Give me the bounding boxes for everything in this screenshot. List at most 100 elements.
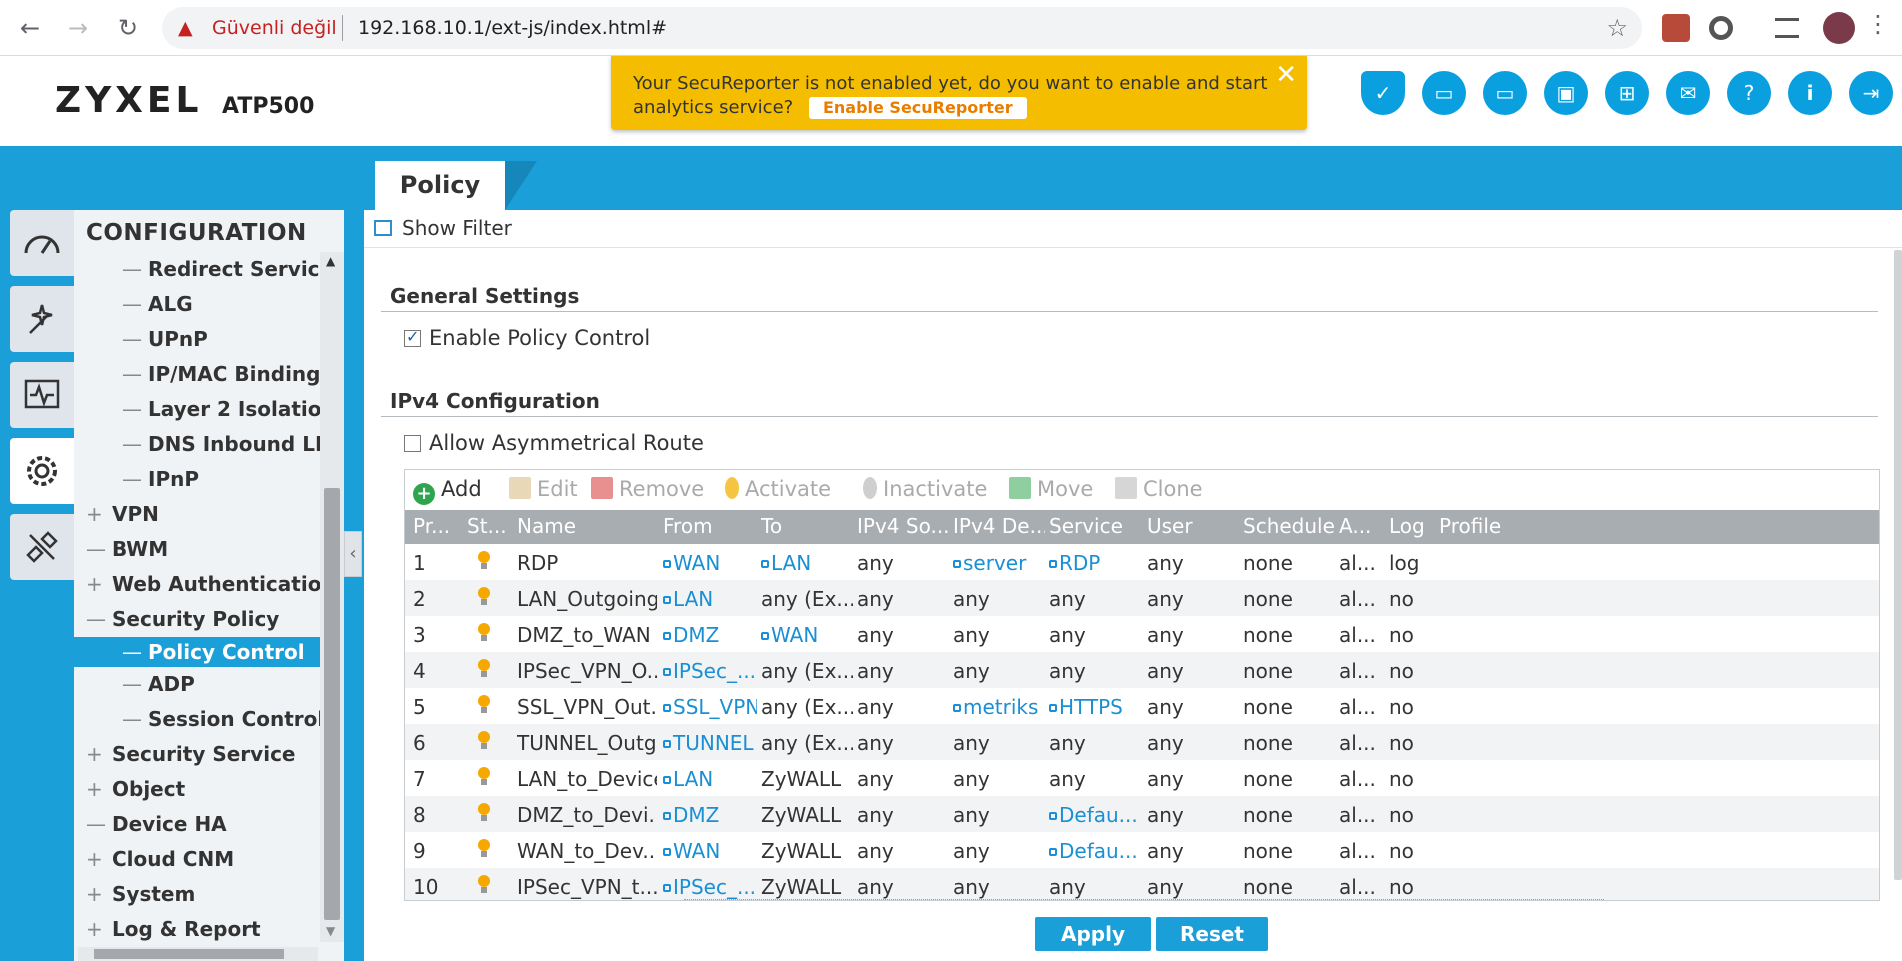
nav-item[interactable]: — DNS Inbound LB (74, 427, 330, 462)
browser-menu-icon[interactable]: ⋮ (1866, 10, 1890, 38)
help-icon[interactable]: ? (1727, 71, 1771, 115)
expand-icon[interactable]: + (86, 772, 103, 807)
nav-item[interactable]: + Log & Report (74, 912, 320, 947)
from-link[interactable]: IPSec_... (673, 875, 757, 899)
remove-button[interactable]: Remove (591, 477, 704, 501)
table-row[interactable]: 6TUNNEL_Outg...TUNNELany (Ex...anyanyany… (405, 724, 1879, 760)
service-cell[interactable]: Defau... (1049, 803, 1143, 827)
scroll-down-icon[interactable]: ▼ (326, 924, 335, 938)
service-cell[interactable]: Defau... (1049, 839, 1143, 863)
show-filter-link[interactable]: Show Filter (402, 216, 512, 240)
nav-item[interactable]: — Session Control (74, 702, 324, 737)
table-row[interactable]: 4 IPSec_VPN_O... IPSec_... any (Ex... any any… (405, 652, 1879, 688)
network-map-icon[interactable]: ⊞ (1605, 71, 1649, 115)
enable-policy-control-row[interactable]: Enable Policy Control (404, 326, 650, 350)
close-icon[interactable]: ✕ (1275, 60, 1297, 90)
from-cell[interactable]: IPSec_... (663, 875, 757, 899)
nav-item[interactable]: — Security Policy (74, 602, 320, 637)
nav-item[interactable]: — IP/MAC Binding (74, 357, 321, 392)
bookmark-star-icon[interactable]: ☆ (1606, 14, 1628, 42)
content-scrollbar[interactable] (1894, 250, 1902, 880)
service-link[interactable]: HTTPS (1059, 695, 1123, 719)
column-header[interactable]: St... (467, 514, 513, 538)
to-cell[interactable]: LAN (761, 551, 853, 575)
from-link[interactable]: LAN (673, 587, 714, 611)
monitor-rail-button[interactable] (10, 362, 74, 428)
expand-icon[interactable]: + (86, 877, 103, 912)
dst-cell[interactable]: server (953, 551, 1045, 575)
from-cell[interactable]: DMZ (663, 623, 757, 647)
forward-arrow-icon[interactable]: → (62, 12, 94, 44)
expand-icon[interactable]: + (86, 497, 103, 532)
table-row[interactable]: 5 SSL_VPN_Out... SSL_VPN any (Ex... any metri… (405, 688, 1879, 724)
from-cell[interactable]: WAN (663, 551, 757, 575)
column-header[interactable]: Pr... (413, 514, 463, 538)
from-cell[interactable]: SSL_VPN (663, 695, 757, 719)
nav-item[interactable]: + VPN (74, 497, 320, 532)
from-link[interactable]: WAN (673, 551, 721, 575)
edit-button[interactable]: Edit (509, 477, 578, 501)
service-link[interactable]: RDP (1059, 551, 1101, 575)
service-cell[interactable]: HTTPS (1049, 695, 1143, 719)
logout-icon[interactable]: ⇥ (1849, 71, 1893, 115)
asymmetrical-route-row[interactable]: Allow Asymmetrical Route (404, 431, 704, 455)
filter-bar[interactable]: Show Filter (364, 210, 1902, 248)
service-link[interactable]: Defau... (1059, 803, 1138, 827)
extension-circle-icon[interactable] (1709, 16, 1733, 40)
column-header[interactable]: To (761, 514, 853, 538)
column-header[interactable]: Name (517, 514, 657, 538)
media-list-icon[interactable] (1775, 18, 1799, 38)
nav-hscroll-thumb[interactable] (94, 949, 284, 959)
from-link[interactable]: WAN (673, 839, 721, 863)
column-header[interactable]: From (663, 514, 757, 538)
window-icon[interactable]: ▣ (1544, 71, 1588, 115)
nav-item[interactable]: — UPnP (74, 322, 320, 357)
table-row[interactable]: 1 RDP WAN LAN any server RDP any none al... log (405, 544, 1879, 580)
nav-horizontal-scrollbar[interactable] (78, 947, 318, 961)
pdf-extension-icon[interactable] (1662, 14, 1690, 42)
nav-item[interactable]: + Security Service (74, 737, 320, 772)
column-header[interactable]: Profile (1439, 514, 1539, 538)
table-row[interactable]: 9 WAN_to_Dev... WAN ZyWALL any any Defau... any… (405, 832, 1879, 868)
nav-item[interactable]: — Policy Control (74, 637, 320, 667)
add-button[interactable]: + Add (413, 477, 482, 505)
to-link[interactable]: WAN (771, 623, 819, 647)
dashboard-rail-button[interactable] (10, 210, 74, 276)
chat-icon[interactable]: ✉ (1666, 71, 1710, 115)
from-cell[interactable]: DMZ (663, 803, 757, 827)
from-link[interactable]: DMZ (673, 623, 720, 647)
enable-policy-control-checkbox[interactable] (404, 327, 421, 347)
table-row[interactable]: 7 LAN_to_Device LAN ZyWALL any any any any none a… (405, 760, 1879, 796)
apply-button[interactable]: Apply (1035, 917, 1151, 951)
maintenance-rail-button[interactable] (10, 514, 74, 580)
tab-policy[interactable]: Policy (375, 161, 505, 210)
expand-icon[interactable]: + (86, 842, 103, 877)
quick-setup-rail-button[interactable] (10, 286, 74, 352)
column-header[interactable]: IPv4 So... (857, 514, 949, 538)
service-link[interactable]: Defau... (1059, 839, 1138, 863)
nav-scrollbar[interactable]: ▲ ▼ (320, 252, 344, 942)
avatar[interactable] (1823, 12, 1855, 44)
expand-icon[interactable]: + (86, 912, 103, 947)
column-header[interactable]: A... (1339, 514, 1385, 538)
from-cell[interactable]: WAN (663, 839, 757, 863)
column-header[interactable]: IPv4 De... (953, 514, 1045, 538)
nav-scroll-thumb[interactable] (324, 488, 340, 920)
dst-link[interactable]: metriks (963, 695, 1039, 719)
security-label[interactable]: Güvenli değil (212, 17, 337, 39)
from-link[interactable]: DMZ (673, 803, 720, 827)
console-icon[interactable]: ▭ (1422, 71, 1466, 115)
reset-button[interactable]: Reset (1156, 917, 1268, 951)
scroll-up-icon[interactable]: ▲ (326, 254, 335, 268)
shield-icon[interactable]: ✓ (1361, 71, 1405, 115)
table-row[interactable]: 10 IPSec_VPN_t... IPSec_... ZyWALL any any any… (405, 868, 1879, 900)
nav-item[interactable]: — Device HA (74, 807, 320, 842)
expand-icon[interactable]: + (86, 737, 103, 772)
url-text[interactable]: 192.168.10.1/ext-js/index.html# (358, 17, 667, 39)
asymmetrical-route-checkbox[interactable] (404, 435, 421, 452)
column-header[interactable]: Service (1049, 514, 1143, 538)
from-cell[interactable]: LAN (663, 767, 757, 791)
clone-button[interactable]: Clone (1115, 477, 1203, 501)
from-cell[interactable]: TUNNEL (663, 731, 757, 755)
address-bar[interactable]: ▲ Güvenli değil 192.168.10.1/ext-js/inde… (162, 7, 1642, 49)
